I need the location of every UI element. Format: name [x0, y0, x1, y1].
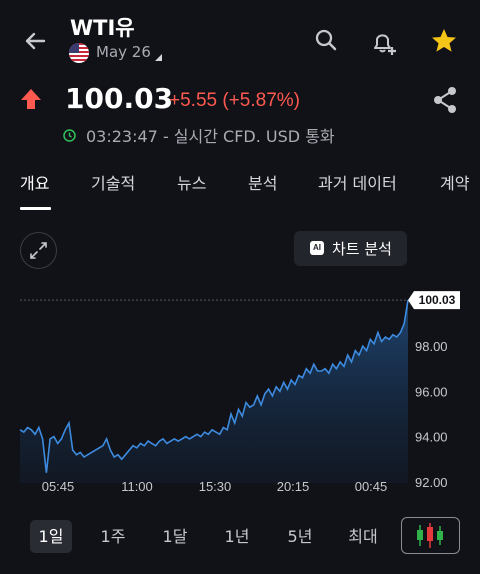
last-price-tag-label: 100.03	[419, 293, 456, 307]
chart-analysis-label: 차트 분석	[332, 240, 392, 258]
y-tick-label: 96.00	[415, 384, 448, 399]
section-tabs: 개요 기술적 뉴스 분석 과거 데이터 계약	[0, 162, 480, 210]
active-tab-indicator	[20, 207, 51, 210]
range-5y[interactable]: 5년	[279, 520, 321, 553]
fullscreen-button[interactable]	[20, 232, 57, 269]
x-tick-label: 05:45	[42, 479, 75, 494]
range-1y[interactable]: 1년	[216, 520, 258, 553]
range-1w[interactable]: 1주	[92, 520, 134, 553]
ai-icon: AI	[310, 241, 324, 255]
add-alert-icon[interactable]	[369, 26, 399, 56]
time-range-selector: 1일 1주 1달 1년 5년 최대	[0, 514, 480, 558]
tab-analysis[interactable]: 분석	[248, 170, 277, 194]
back-arrow-icon[interactable]	[20, 26, 50, 56]
price-change: +5.55 (+5.87%)	[169, 90, 300, 111]
clock-icon	[63, 127, 76, 142]
tab-historical-data[interactable]: 과거 데이터	[318, 170, 397, 194]
candlestick-icon	[417, 523, 443, 548]
range-1d[interactable]: 1일	[30, 520, 72, 553]
tab-overview[interactable]: 개요	[20, 170, 49, 194]
price-row: 100.03 +5.55 (+5.87%)	[0, 78, 480, 122]
share-icon[interactable]	[432, 86, 458, 114]
us-flag-icon	[69, 43, 89, 63]
date-dropdown-icon[interactable]	[155, 54, 162, 61]
top-app-bar: WTI유 May 26	[0, 0, 480, 78]
y-tick-label: 94.00	[415, 430, 448, 445]
x-tick-label: 11:00	[121, 479, 153, 494]
range-max[interactable]: 최대	[341, 520, 385, 553]
expand-icon	[30, 242, 47, 259]
tab-news[interactable]: 뉴스	[177, 170, 206, 194]
star-icon[interactable]	[429, 26, 459, 56]
x-tick-label: 00:45	[355, 479, 388, 494]
price-chart-svg: 92.00 94.00 96.00 98.00 05:45 11:00 15:30 20:15…	[19, 291, 460, 494]
x-tick-label: 20:15	[277, 479, 310, 494]
price-area	[20, 300, 408, 483]
instrument-title: WTI유	[70, 16, 135, 40]
y-tick-label: 98.00	[415, 339, 448, 354]
quote-status: 03:23:47 - 실시간 CFD. USD 통화	[86, 127, 335, 146]
range-1m[interactable]: 1달	[154, 520, 196, 553]
tab-technical[interactable]: 기술적	[91, 170, 135, 194]
price-chart[interactable]: 92.00 94.00 96.00 98.00 05:45 11:00 15:30 20:15…	[0, 280, 480, 500]
last-price: 100.03	[65, 82, 174, 115]
chart-analysis-button[interactable]: AI 차트 분석	[294, 231, 407, 266]
tab-contract[interactable]: 계약	[440, 170, 469, 194]
quote-date: May 26	[96, 43, 151, 61]
y-tick-label: 92.00	[415, 475, 448, 490]
up-arrow-icon	[20, 88, 42, 110]
search-icon[interactable]	[311, 26, 341, 56]
x-tick-label: 15:30	[199, 479, 232, 494]
candlestick-toggle-button[interactable]	[401, 517, 460, 554]
